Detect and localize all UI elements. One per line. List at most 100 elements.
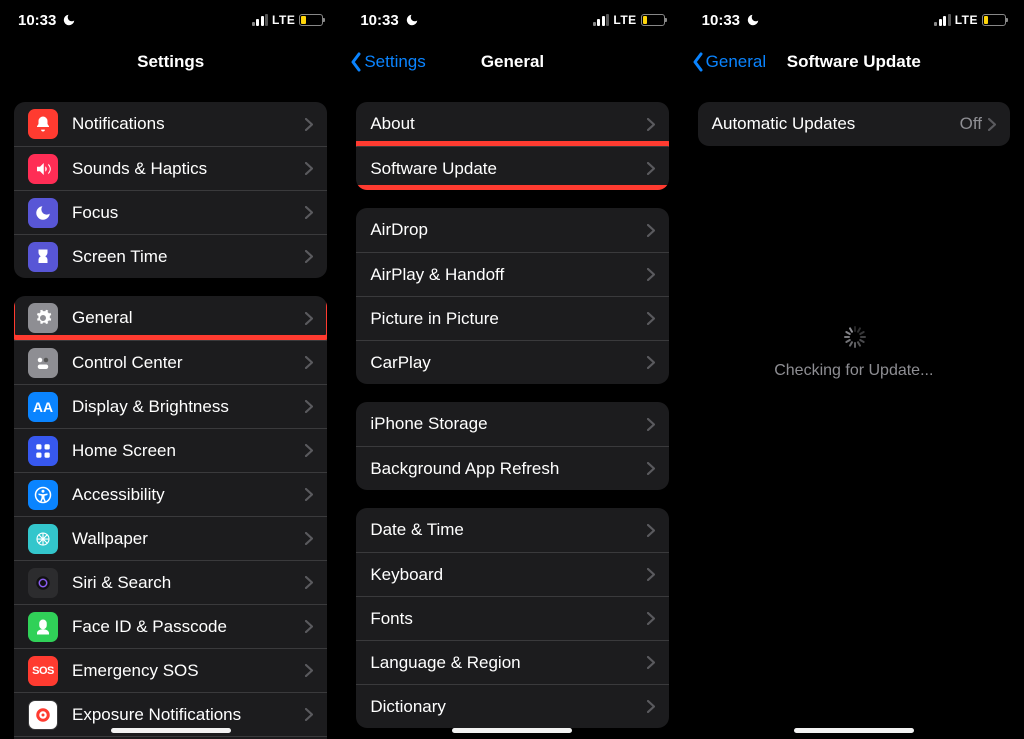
row-automatic-updates[interactable]: Automatic Updates Off <box>698 102 1010 146</box>
row-homescreen[interactable]: Home Screen <box>14 428 327 472</box>
chevron-left-icon <box>350 52 362 72</box>
screentime-icon <box>28 242 58 272</box>
row-label: Screen Time <box>72 247 305 267</box>
chevron-right-icon <box>305 400 313 413</box>
sos-icon: SOS <box>28 656 58 686</box>
row-storage[interactable]: iPhone Storage <box>356 402 668 446</box>
row-label: Automatic Updates <box>712 114 960 134</box>
chevron-right-icon <box>305 576 313 589</box>
row-sounds[interactable]: Sounds & Haptics <box>14 146 327 190</box>
row-label: CarPlay <box>370 353 646 373</box>
chevron-right-icon <box>647 700 655 713</box>
row-label: Fonts <box>370 609 646 629</box>
row-screentime[interactable]: Screen Time <box>14 234 327 278</box>
accessibility-icon <box>28 480 58 510</box>
row-label: Home Screen <box>72 441 305 461</box>
row-label: General <box>72 308 305 328</box>
row-airdrop[interactable]: AirDrop <box>356 208 668 252</box>
chevron-right-icon <box>305 162 313 175</box>
chevron-right-icon <box>305 664 313 677</box>
row-language[interactable]: Language & Region <box>356 640 668 684</box>
network-label: LTE <box>272 13 295 27</box>
navbar: Settings General <box>342 40 682 84</box>
navbar: Settings <box>0 40 341 84</box>
chevron-right-icon <box>647 118 655 131</box>
row-fonts[interactable]: Fonts <box>356 596 668 640</box>
homescreen-icon <box>28 436 58 466</box>
row-siri[interactable]: Siri & Search <box>14 560 327 604</box>
row-label: About <box>370 114 646 134</box>
do-not-disturb-icon <box>746 13 760 27</box>
panel-software-update: 10:33 LTE General Software Update Automa… <box>683 0 1024 739</box>
chevron-right-icon <box>647 268 655 281</box>
chevron-right-icon <box>647 568 655 581</box>
do-not-disturb-icon <box>62 13 76 27</box>
row-wallpaper[interactable]: Wallpaper <box>14 516 327 560</box>
row-accessibility[interactable]: Accessibility <box>14 472 327 516</box>
back-label: Settings <box>364 52 425 72</box>
row-label: Accessibility <box>72 485 305 505</box>
chevron-right-icon <box>305 118 313 131</box>
chevron-right-icon <box>305 206 313 219</box>
row-about[interactable]: About <box>356 102 668 146</box>
settings-list[interactable]: Notifications Sounds & HapticsFocus Screen… <box>0 84 341 739</box>
chevron-right-icon <box>647 418 655 431</box>
general-group-1: About Software Update <box>356 102 668 190</box>
checking-status: Checking for Update... <box>698 326 1010 380</box>
sounds-icon <box>28 154 58 184</box>
row-datetime[interactable]: Date & Time <box>356 508 668 552</box>
back-button[interactable]: Settings <box>350 40 425 84</box>
page-title: Settings <box>137 52 204 72</box>
settings-group-1: Notifications Sounds & HapticsFocus Screen… <box>14 102 327 278</box>
row-dictionary[interactable]: Dictionary <box>356 684 668 728</box>
row-carplay[interactable]: CarPlay <box>356 340 668 384</box>
row-sos[interactable]: SOSEmergency SOS <box>14 648 327 692</box>
auto-updates-group: Automatic Updates Off <box>698 102 1010 146</box>
row-label: Keyboard <box>370 565 646 585</box>
row-softwareupdate[interactable]: Software Update <box>356 146 668 190</box>
chevron-left-icon <box>692 52 704 72</box>
signal-icon <box>934 14 951 26</box>
row-controlcenter[interactable]: Control Center <box>14 340 327 384</box>
wallpaper-icon <box>28 524 58 554</box>
back-button[interactable]: General <box>692 40 766 84</box>
battery-icon <box>982 14 1006 26</box>
row-label: AirPlay & Handoff <box>370 265 646 285</box>
home-indicator[interactable] <box>111 728 231 733</box>
do-not-disturb-icon <box>405 13 419 27</box>
notifications-icon <box>28 109 58 139</box>
row-label: Date & Time <box>370 520 646 540</box>
general-list[interactable]: About Software Update AirDrop AirPlay & Ha… <box>342 84 682 739</box>
status-text: Checking for Update... <box>774 362 933 380</box>
chevron-right-icon <box>988 118 996 131</box>
home-indicator[interactable] <box>794 728 914 733</box>
battery-icon <box>299 14 323 26</box>
row-focus[interactable]: Focus <box>14 190 327 234</box>
row-faceid[interactable]: Face ID & Passcode <box>14 604 327 648</box>
row-label: Notifications <box>72 114 305 134</box>
chevron-right-icon <box>305 356 313 369</box>
chevron-right-icon <box>647 162 655 175</box>
row-general[interactable]: General <box>14 296 327 340</box>
chevron-right-icon <box>647 224 655 237</box>
row-label: Wallpaper <box>72 529 305 549</box>
row-airplay[interactable]: AirPlay & Handoff <box>356 252 668 296</box>
status-bar: 10:33 LTE <box>0 0 341 40</box>
navbar: General Software Update <box>684 40 1024 84</box>
row-pip[interactable]: Picture in Picture <box>356 296 668 340</box>
focus-icon <box>28 198 58 228</box>
general-icon <box>28 303 58 333</box>
row-display[interactable]: AADisplay & Brightness <box>14 384 327 428</box>
row-keyboard[interactable]: Keyboard <box>356 552 668 596</box>
controlcenter-icon <box>28 348 58 378</box>
home-indicator[interactable] <box>452 728 572 733</box>
software-update-content: Automatic Updates Off Checking for Updat… <box>684 84 1024 739</box>
row-notifications[interactable]: Notifications <box>14 102 327 146</box>
chevron-right-icon <box>647 312 655 325</box>
row-label: Exposure Notifications <box>72 705 305 725</box>
chevron-right-icon <box>647 524 655 537</box>
row-label: Background App Refresh <box>370 459 646 479</box>
row-backgroundrefresh[interactable]: Background App Refresh <box>356 446 668 490</box>
row-label: Dictionary <box>370 697 646 717</box>
chevron-right-icon <box>305 532 313 545</box>
